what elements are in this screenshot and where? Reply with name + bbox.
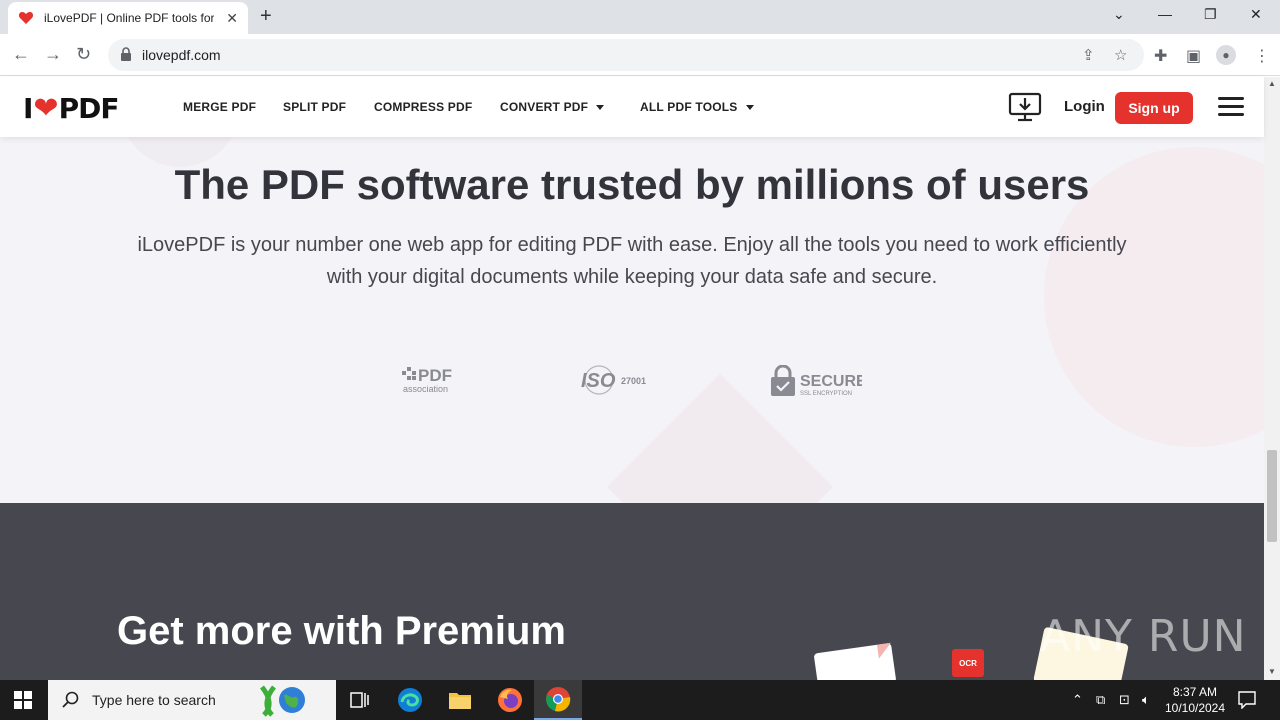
- nav-split-pdf[interactable]: SPLIT PDF: [283, 100, 346, 114]
- iso-logo-icon: ISO 27001: [581, 365, 646, 395]
- iso-27001-badge: ISO 27001: [580, 365, 652, 402]
- ilovepdf-logo[interactable]: I ❤ PDF: [23, 91, 120, 126]
- ilovepdf-favicon-icon: [18, 12, 34, 24]
- logo-text-pdf: PDF: [58, 92, 120, 125]
- nav-all-pdf-tools[interactable]: ALL PDF TOOLS: [640, 100, 754, 114]
- premium-section: Get more with Premium OCR ANY RUN: [0, 503, 1264, 680]
- edge-browser-icon[interactable]: [386, 680, 434, 720]
- minimize-button[interactable]: —: [1158, 6, 1172, 22]
- desktop-download-icon[interactable]: [1008, 92, 1042, 122]
- scrollbar-thumb[interactable]: [1267, 450, 1277, 542]
- side-panel-icon[interactable]: ▣: [1186, 46, 1201, 66]
- task-view-icon[interactable]: [336, 680, 384, 720]
- network-icon[interactable]: ⊡: [1119, 692, 1130, 708]
- logo-heart-icon: ❤: [33, 91, 58, 126]
- lock-icon: [121, 47, 131, 61]
- share-icon[interactable]: ⇪: [1082, 46, 1095, 64]
- bookmark-star-icon[interactable]: ☆: [1114, 46, 1127, 64]
- iso-badge-number: 27001: [621, 376, 646, 386]
- back-arrow-icon[interactable]: ←: [12, 44, 30, 65]
- tab-title: iLovePDF | Online PDF tools for PDF love…: [44, 11, 214, 25]
- iso-badge-text: ISO: [581, 370, 616, 392]
- tab-search-chevron-icon[interactable]: ⌄: [1113, 6, 1125, 23]
- nav-merge-pdf[interactable]: MERGE PDF: [183, 100, 256, 114]
- signup-button[interactable]: Sign up: [1115, 92, 1193, 124]
- show-hidden-icons-chevron-icon[interactable]: ⌃: [1072, 692, 1083, 708]
- taskbar-search-box[interactable]: Type here to search: [48, 680, 336, 720]
- system-clock[interactable]: 8:37 AM 10/10/2024: [1160, 684, 1230, 716]
- restore-button[interactable]: ❐: [1204, 6, 1217, 23]
- document-illustration: [813, 642, 897, 680]
- chrome-taskbar-icon[interactable]: [534, 680, 582, 720]
- section-description: iLovePDF is your number one web app for …: [137, 234, 1127, 288]
- nav-convert-pdf[interactable]: CONVERT PDF: [500, 100, 605, 114]
- pdf-association-logo-icon: PDF association: [402, 366, 452, 394]
- device-icon[interactable]: ⧉: [1096, 692, 1105, 708]
- close-window-button[interactable]: ✕: [1250, 6, 1262, 23]
- ssl-badge-text: SECURE: [800, 373, 862, 390]
- scroll-down-arrow-icon[interactable]: ▼: [1268, 667, 1276, 676]
- tab-close-icon[interactable]: ✕: [226, 10, 238, 27]
- file-explorer-icon[interactable]: [436, 680, 484, 720]
- forward-arrow-icon[interactable]: →: [44, 44, 62, 65]
- notifications-icon[interactable]: [1238, 691, 1256, 709]
- site-header: I ❤ PDF MERGE PDF SPLIT PDF COMPRESS PDF…: [0, 77, 1264, 137]
- ribbon-globe-icon: [259, 685, 305, 717]
- profile-avatar-icon[interactable]: ●: [1216, 45, 1236, 65]
- premium-title: Get more with Premium: [117, 609, 566, 653]
- page-scrollbar[interactable]: ▲ ▼: [1264, 77, 1280, 680]
- pdf-badge-subtext: association: [403, 384, 448, 394]
- ssl-badge-subtext: SSL ENCRYPTION: [800, 391, 852, 397]
- address-bar[interactable]: ilovepdf.com ⇪ ☆: [108, 39, 1144, 71]
- nav-all-tools-label: ALL PDF TOOLS: [640, 100, 738, 114]
- logo-text-i: I: [23, 92, 33, 125]
- browser-tab-strip: iLovePDF | Online PDF tools for PDF love…: [0, 0, 1280, 34]
- volume-icon[interactable]: 🔈︎: [1142, 692, 1150, 708]
- nav-convert-label: CONVERT PDF: [500, 100, 589, 114]
- firefox-icon[interactable]: [486, 680, 534, 720]
- nav-compress-pdf[interactable]: COMPRESS PDF: [374, 100, 472, 114]
- chrome-menu-icon[interactable]: ⋮: [1254, 46, 1270, 66]
- login-link[interactable]: Login: [1064, 98, 1105, 115]
- pdf-badge-text: PDF: [418, 366, 452, 385]
- anyrun-watermark: ANY RUN: [1040, 611, 1247, 662]
- trust-section: The PDF software trusted by millions of …: [0, 137, 1264, 503]
- section-title: The PDF software trusted by millions of …: [174, 161, 1090, 208]
- extensions-puzzle-icon[interactable]: ✚: [1154, 46, 1167, 66]
- ocr-illustration: OCR: [952, 649, 984, 677]
- windows-taskbar: Type here to search ⌃ ⧉ ⊡ 🔈︎ 8:37 AM 10/…: [0, 680, 1280, 720]
- windows-start-icon[interactable]: [14, 691, 32, 709]
- caret-down-icon: [745, 105, 754, 111]
- caret-down-icon: [596, 105, 605, 111]
- search-icon: [62, 691, 79, 708]
- clock-time: 8:37 AM: [1172, 685, 1218, 699]
- reload-icon[interactable]: ↻: [76, 44, 91, 65]
- pdf-association-badge: PDF association: [402, 365, 462, 400]
- browser-tab-active[interactable]: iLovePDF | Online PDF tools for PDF love…: [8, 2, 248, 34]
- padlock-icon: SECURE SSL ENCRYPTION: [771, 364, 867, 397]
- hamburger-menu-icon[interactable]: [1218, 97, 1244, 117]
- taskbar-search-placeholder: Type here to search: [92, 692, 216, 708]
- browser-toolbar: ← → ↻ ilovepdf.com ⇪ ☆ ✚ ▣ ● ⋮: [0, 34, 1280, 76]
- scroll-up-arrow-icon[interactable]: ▲: [1268, 79, 1276, 88]
- ssl-secure-badge: SECURE SSL ENCRYPTION: [770, 364, 867, 402]
- url-text[interactable]: ilovepdf.com: [142, 47, 221, 63]
- new-tab-button[interactable]: +: [260, 5, 272, 28]
- clock-date: 10/10/2024: [1164, 701, 1226, 715]
